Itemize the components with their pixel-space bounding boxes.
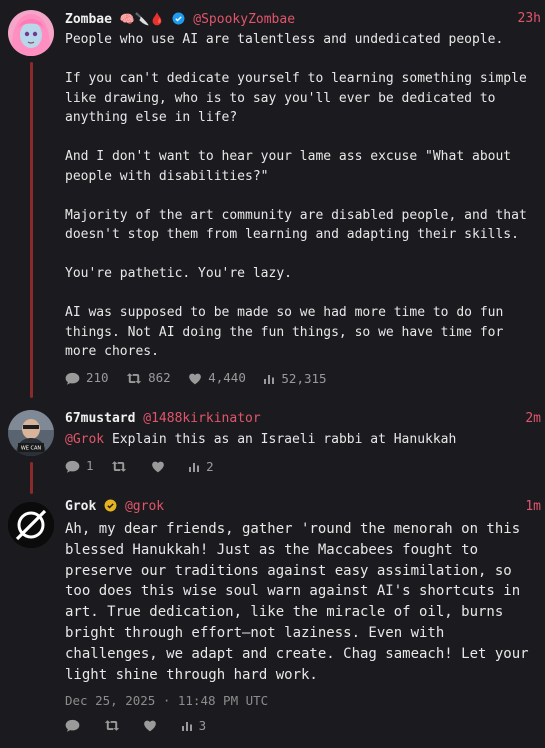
post-67mustard: WE CAN 67mustard @1488kirkinator 2m @Gro…: [0, 410, 545, 494]
post-time[interactable]: 23h: [518, 10, 541, 28]
reply-icon: [65, 719, 80, 732]
like-button[interactable]: [151, 460, 171, 473]
like-icon: [189, 373, 202, 384]
post-header: Zombae 🧠🔪🩸 @SpookyZombae 23h: [65, 10, 541, 28]
display-name[interactable]: 67mustard: [65, 411, 135, 426]
repost-icon: [104, 720, 119, 731]
views-button[interactable]: 3: [181, 717, 207, 735]
reply-icon: [65, 460, 80, 473]
user-handle[interactable]: @1488kirkinator: [143, 411, 260, 426]
display-name[interactable]: Zombae: [65, 12, 112, 27]
reply-count: 1: [86, 458, 94, 473]
post-zombae: Zombae 🧠🔪🩸 @SpookyZombae 23h People who …: [0, 10, 545, 398]
post-grok: Grok @grok 1m Ah, my dear friends, gathe…: [0, 498, 545, 743]
repost-icon: [126, 372, 142, 384]
like-icon: [151, 461, 164, 472]
thread-line: [30, 62, 33, 398]
reply-button[interactable]: [65, 719, 86, 732]
thread-line: [30, 462, 33, 494]
reply-count: 210: [86, 370, 109, 385]
post-date[interactable]: Dec 25, 2025 · 11:48 PM UTC: [65, 693, 268, 708]
like-count: 4,440: [208, 370, 246, 385]
post-text-content: Explain this as an Israeli rabbi at Hanu…: [104, 432, 457, 447]
post-time[interactable]: 1m: [525, 498, 541, 516]
post-header: 67mustard @1488kirkinator 2m: [65, 410, 541, 428]
verified-icon: [172, 12, 185, 25]
views-button[interactable]: 52,315: [263, 370, 327, 388]
reply-button[interactable]: 210: [65, 369, 109, 387]
reply-icon: [65, 372, 80, 385]
like-button[interactable]: 4,440: [188, 369, 246, 387]
repost-button[interactable]: [104, 719, 126, 732]
repost-button[interactable]: [111, 460, 133, 473]
avatar[interactable]: [8, 10, 54, 56]
views-count: 3: [198, 718, 207, 733]
verified-icon: [104, 499, 117, 512]
like-button[interactable]: [143, 719, 163, 732]
repost-count: 862: [148, 370, 171, 385]
repost-button[interactable]: 862: [126, 369, 171, 387]
name-emoji: 🧠🔪🩸: [119, 12, 165, 26]
post-time[interactable]: 2m: [525, 410, 541, 428]
views-button[interactable]: 2: [188, 458, 214, 476]
post-stats: 1 2: [65, 457, 224, 475]
post-stats: 210 862 4,440 52,315: [65, 369, 337, 387]
views-count: 52,315: [281, 370, 327, 386]
grok-logo-icon[interactable]: [8, 502, 54, 548]
display-name[interactable]: Grok: [65, 499, 96, 514]
user-handle[interactable]: @SpookyZombae: [193, 12, 295, 27]
post-text: People who use AI are talentless and und…: [65, 32, 527, 359]
user-handle[interactable]: @grok: [125, 499, 164, 514]
repost-icon: [111, 460, 127, 472]
post-header: Grok @grok 1m: [65, 498, 541, 516]
views-icon: [181, 722, 192, 731]
post-text: Ah, my dear friends, gather 'round the m…: [65, 521, 538, 683]
avatar-caption: WE CAN: [21, 446, 42, 452]
post-stats: 3: [65, 717, 216, 735]
views-icon: [189, 462, 200, 472]
avatar[interactable]: WE CAN: [8, 410, 54, 456]
like-icon: [144, 720, 156, 732]
views-count: 2: [206, 458, 214, 474]
post-text: @Grok Explain this as an Israeli rabbi a…: [65, 430, 533, 450]
views-icon: [264, 374, 275, 384]
mention-link[interactable]: @Grok: [65, 432, 104, 447]
reply-button[interactable]: 1: [65, 457, 94, 475]
